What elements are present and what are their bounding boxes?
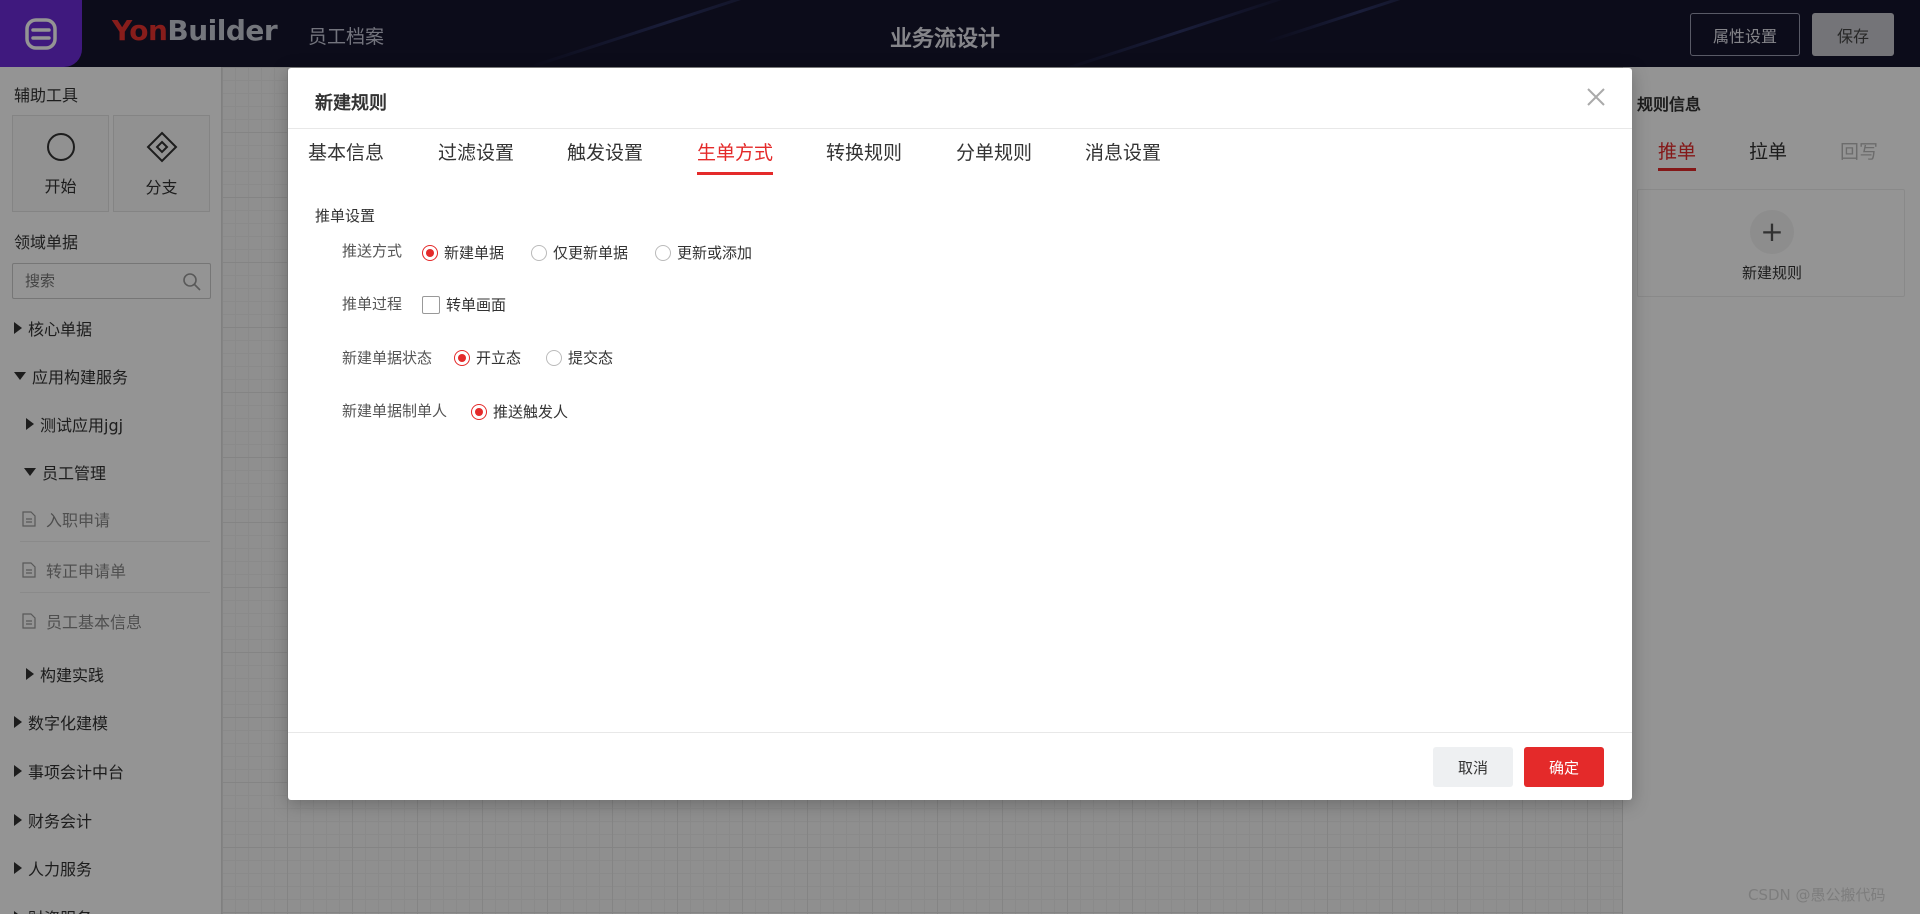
push-process-label: 推单过程 xyxy=(342,295,403,313)
checkbox-transfer-screen[interactable]: 转单画面 xyxy=(422,294,506,315)
new-status-label: 新建单据状态 xyxy=(342,349,433,367)
tab-convert-rule[interactable]: 转换规则 xyxy=(826,138,902,172)
radio-checked-icon xyxy=(422,244,438,261)
cancel-button[interactable]: 取消 xyxy=(1433,747,1513,787)
tab-message[interactable]: 消息设置 xyxy=(1085,138,1161,172)
radio-trigger-person[interactable]: 推送触发人 xyxy=(471,401,568,422)
radio-checked-icon xyxy=(471,403,487,420)
maker-label: 新建单据制单人 xyxy=(342,402,448,420)
push-settings-section: 推单设置 xyxy=(315,207,376,225)
tab-basic-info[interactable]: 基本信息 xyxy=(308,138,384,172)
radio-submit-state[interactable]: 提交态 xyxy=(546,347,613,368)
radio-update-only[interactable]: 仅更新单据 xyxy=(531,242,628,263)
tab-trigger[interactable]: 触发设置 xyxy=(567,138,643,172)
new-rule-dialog: 新建规则 基本信息 过滤设置 触发设置 生单方式 转换规则 分单规则 消息设置 … xyxy=(288,68,1632,800)
radio-label: 开立态 xyxy=(476,349,522,367)
radio-new-doc[interactable]: 新建单据 xyxy=(422,242,504,263)
dialog-title: 新建规则 xyxy=(315,93,387,114)
checkbox-icon xyxy=(422,295,440,314)
close-icon[interactable] xyxy=(1584,85,1608,109)
radio-unchecked-icon xyxy=(546,349,562,366)
push-mode-label: 推送方式 xyxy=(342,242,403,260)
tab-filter[interactable]: 过滤设置 xyxy=(438,138,514,172)
radio-label: 新建单据 xyxy=(444,244,505,262)
tab-split-rule[interactable]: 分单规则 xyxy=(956,138,1032,172)
radio-unchecked-icon xyxy=(655,244,671,261)
tab-generate-mode[interactable]: 生单方式 xyxy=(697,138,774,175)
radio-checked-icon xyxy=(454,349,470,366)
radio-label: 仅更新单据 xyxy=(553,244,629,262)
radio-label: 推送触发人 xyxy=(493,403,569,421)
radio-label: 更新或添加 xyxy=(677,244,753,262)
radio-update-or-add[interactable]: 更新或添加 xyxy=(655,242,752,263)
confirm-button[interactable]: 确定 xyxy=(1524,747,1604,787)
radio-open-state[interactable]: 开立态 xyxy=(454,347,521,368)
radio-unchecked-icon xyxy=(531,244,547,261)
checkbox-label: 转单画面 xyxy=(446,296,507,314)
radio-label: 提交态 xyxy=(568,349,614,367)
